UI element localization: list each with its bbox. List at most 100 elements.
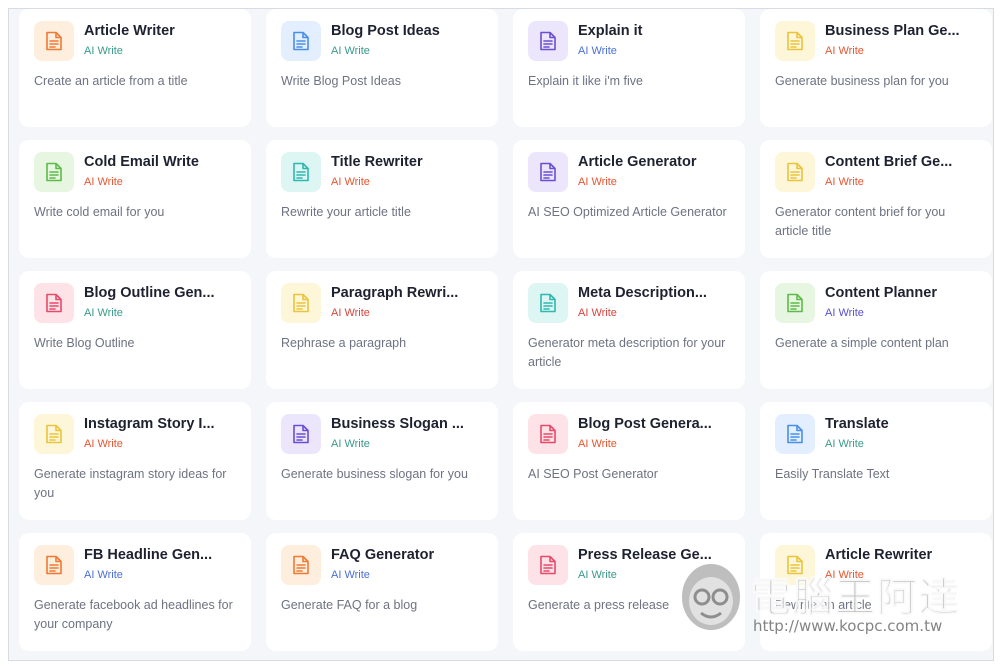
tool-description: Easily Translate Text bbox=[775, 467, 890, 481]
tool-description: Rephrase a paragraph bbox=[281, 336, 407, 350]
tool-card[interactable]: Blog Post Ideas AI Write Write Blog Post… bbox=[266, 9, 498, 127]
tool-card[interactable]: Business Plan Ge... AI Write Generate bu… bbox=[760, 9, 992, 127]
tool-category-tag: AI Write bbox=[331, 569, 370, 581]
tool-card-header: Content Brief Ge... AI Write bbox=[775, 152, 980, 192]
tool-card[interactable]: Article Rewriter AI Write Rewrite an art… bbox=[760, 533, 992, 651]
tool-card[interactable]: FAQ Generator AI Write Generate FAQ for … bbox=[266, 533, 498, 651]
tool-description: Generator meta description for your arti… bbox=[528, 336, 726, 369]
tool-icon-box bbox=[775, 21, 815, 61]
tool-title: Article Generator bbox=[578, 154, 697, 170]
tool-title: Business Slogan ... bbox=[331, 416, 464, 432]
tool-category-tag: AI Write bbox=[331, 45, 370, 57]
document-icon bbox=[46, 293, 62, 313]
tool-title: Press Release Ge... bbox=[578, 547, 712, 563]
tool-description: Write cold email for you bbox=[34, 205, 165, 219]
document-icon bbox=[293, 162, 309, 182]
tool-card[interactable]: Title Rewriter AI Write Rewrite your art… bbox=[266, 140, 498, 258]
tool-title: Blog Post Genera... bbox=[578, 416, 712, 432]
tool-description: Generate business slogan for you bbox=[281, 467, 468, 481]
tool-description: Generate a simple content plan bbox=[775, 336, 949, 350]
tool-card-header: Paragraph Rewri... AI Write bbox=[281, 283, 486, 323]
tool-card[interactable]: FB Headline Gen... AI Write Generate fac… bbox=[19, 533, 251, 651]
tool-category-tag: AI Write bbox=[825, 45, 864, 57]
tool-icon-box bbox=[775, 545, 815, 585]
document-icon bbox=[293, 293, 309, 313]
tool-icon-box bbox=[281, 414, 321, 454]
tool-icon-box bbox=[34, 283, 74, 323]
tool-icon-box bbox=[34, 545, 74, 585]
tool-category-tag: AI Write bbox=[331, 176, 370, 188]
tool-icon-box bbox=[34, 152, 74, 192]
document-icon bbox=[787, 162, 803, 182]
tool-card-header: FAQ Generator AI Write bbox=[281, 545, 486, 585]
tool-title: Meta Description... bbox=[578, 285, 707, 301]
tool-title: Blog Outline Gen... bbox=[84, 285, 215, 301]
document-icon bbox=[787, 424, 803, 444]
tool-description: AI SEO Post Generator bbox=[528, 467, 658, 481]
document-icon bbox=[46, 31, 62, 51]
tool-card[interactable]: Explain it AI Write Explain it like i'm … bbox=[513, 9, 745, 127]
tool-card[interactable]: Blog Outline Gen... AI Write Write Blog … bbox=[19, 271, 251, 389]
document-icon bbox=[293, 555, 309, 575]
document-icon bbox=[540, 555, 556, 575]
tool-description: Create an article from a title bbox=[34, 74, 188, 88]
tool-card-header: Press Release Ge... AI Write bbox=[528, 545, 733, 585]
tool-card-header: Instagram Story I... AI Write bbox=[34, 414, 239, 454]
tool-card[interactable]: Cold Email Write AI Write Write cold ema… bbox=[19, 140, 251, 258]
tool-title: FB Headline Gen... bbox=[84, 547, 213, 563]
document-icon bbox=[787, 293, 803, 313]
tool-card-header: Cold Email Write AI Write bbox=[34, 152, 239, 192]
tool-card[interactable]: Blog Post Genera... AI Write AI SEO Post… bbox=[513, 402, 745, 520]
tool-card-header: Blog Post Genera... AI Write bbox=[528, 414, 733, 454]
tool-icon-box bbox=[775, 152, 815, 192]
tool-card-header: Business Plan Ge... AI Write bbox=[775, 21, 980, 61]
tool-title: Article Writer bbox=[84, 23, 175, 39]
tool-description: Generate a press release bbox=[528, 598, 670, 612]
tool-category-tag: AI Write bbox=[825, 176, 864, 188]
tool-card[interactable]: Meta Description... AI Write Generator m… bbox=[513, 271, 745, 389]
tool-description: Explain it like i'm five bbox=[528, 74, 643, 88]
tool-card[interactable]: Article Writer AI Write Create an articl… bbox=[19, 9, 251, 127]
tool-icon-box bbox=[34, 414, 74, 454]
tool-title: FAQ Generator bbox=[331, 547, 435, 563]
tool-category-tag: AI Write bbox=[84, 45, 123, 57]
tools-panel: Article Writer AI Write Create an articl… bbox=[8, 8, 994, 661]
document-icon bbox=[540, 31, 556, 51]
tool-card-header: Translate AI Write bbox=[775, 414, 980, 454]
tool-category-tag: AI Write bbox=[578, 307, 617, 319]
tool-icon-box bbox=[34, 21, 74, 61]
tool-category-tag: AI Write bbox=[578, 176, 617, 188]
tool-icon-box bbox=[775, 414, 815, 454]
tool-description: Generate business plan for you bbox=[775, 74, 949, 88]
tool-icon-box bbox=[281, 545, 321, 585]
tool-card[interactable]: Content Planner AI Write Generate a simp… bbox=[760, 271, 992, 389]
tool-icon-box bbox=[775, 283, 815, 323]
tool-description: Generate instagram story ideas for you bbox=[34, 467, 227, 500]
tool-card-header: Blog Post Ideas AI Write bbox=[281, 21, 486, 61]
tool-card-header: Business Slogan ... AI Write bbox=[281, 414, 486, 454]
tool-title: Title Rewriter bbox=[331, 154, 423, 170]
tool-card[interactable]: Translate AI Write Easily Translate Text bbox=[760, 402, 992, 520]
tool-card[interactable]: Press Release Ge... AI Write Generate a … bbox=[513, 533, 745, 651]
document-icon bbox=[540, 162, 556, 182]
tool-title: Instagram Story I... bbox=[84, 416, 215, 432]
tool-category-tag: AI Write bbox=[825, 569, 864, 581]
tool-category-tag: AI Write bbox=[578, 438, 617, 450]
tool-category-tag: AI Write bbox=[84, 438, 123, 450]
tool-card[interactable]: Business Slogan ... AI Write Generate bu… bbox=[266, 402, 498, 520]
tool-card[interactable]: Paragraph Rewri... AI Write Rephrase a p… bbox=[266, 271, 498, 389]
tool-icon-box bbox=[528, 414, 568, 454]
tool-card-header: Title Rewriter AI Write bbox=[281, 152, 486, 192]
tool-card[interactable]: Article Generator AI Write AI SEO Optimi… bbox=[513, 140, 745, 258]
tool-description: Generate facebook ad headlines for your … bbox=[34, 598, 233, 631]
tool-card[interactable]: Instagram Story I... AI Write Generate i… bbox=[19, 402, 251, 520]
tool-description: Write Blog Outline bbox=[34, 336, 135, 350]
tool-description: Generate FAQ for a blog bbox=[281, 598, 418, 612]
tool-card[interactable]: Content Brief Ge... AI Write Generator c… bbox=[760, 140, 992, 258]
tool-icon-box bbox=[281, 21, 321, 61]
tool-category-tag: AI Write bbox=[331, 307, 370, 319]
tool-title: Content Brief Ge... bbox=[825, 154, 953, 170]
tool-card-header: Blog Outline Gen... AI Write bbox=[34, 283, 239, 323]
document-icon bbox=[293, 424, 309, 444]
tool-icon-box bbox=[281, 283, 321, 323]
